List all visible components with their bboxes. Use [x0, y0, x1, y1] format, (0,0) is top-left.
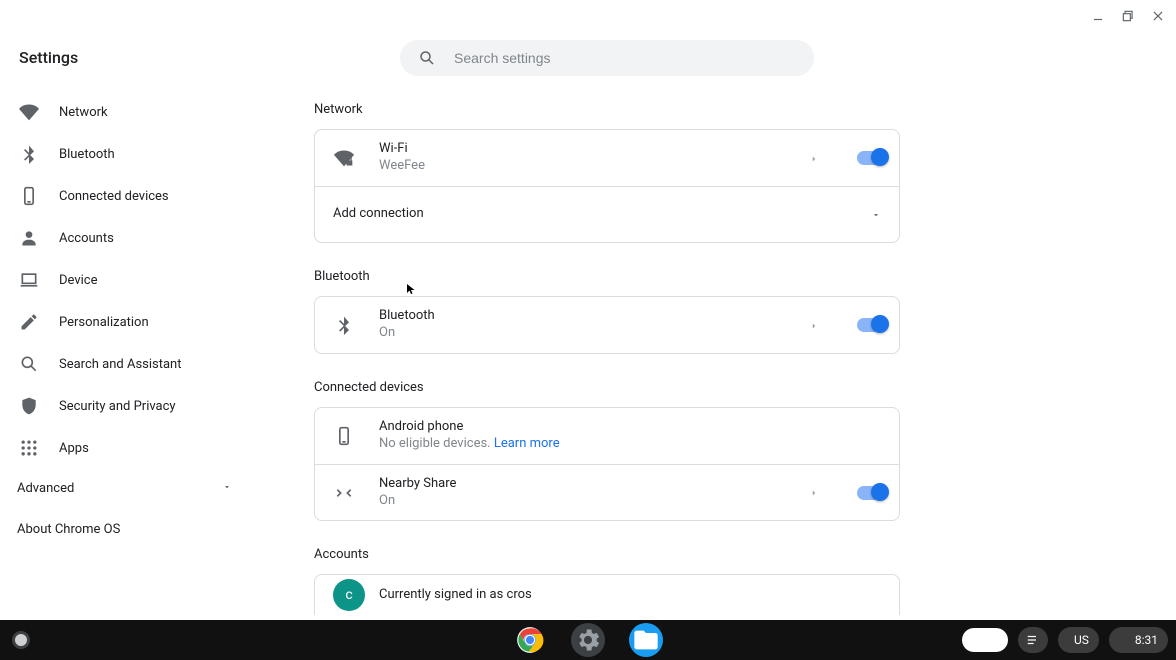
notifications-tray[interactable]	[1018, 627, 1048, 653]
wifi-label: Wi-Fi	[379, 141, 425, 158]
sidebar-item-label: Device	[59, 273, 98, 288]
sidebar-item-label: Security and Privacy	[59, 399, 176, 414]
shelf: US 8:31	[0, 620, 1176, 660]
chevron-down-icon	[222, 481, 232, 496]
ime-indicator[interactable]: US	[1058, 627, 1099, 653]
sidebar-item-device[interactable]: Device	[0, 259, 260, 301]
sidebar-item-network[interactable]: Network	[0, 91, 260, 133]
learn-more-link[interactable]: Learn more	[494, 436, 560, 451]
add-connection-row[interactable]: Add connection	[315, 186, 899, 242]
bluetooth-label: Bluetooth	[379, 308, 435, 325]
nearby-share-toggle[interactable]	[857, 486, 887, 500]
laptop-icon	[19, 270, 39, 290]
about-label: About Chrome OS	[17, 522, 120, 537]
wifi-row[interactable]: Wi-Fi WeeFee	[315, 130, 899, 186]
android-phone-status: No eligible devices. Learn more	[379, 436, 560, 453]
bluetooth-status: On	[379, 325, 435, 342]
phone-icon	[333, 426, 355, 446]
page-title: Settings	[0, 48, 260, 91]
nearby-share-status: On	[379, 493, 456, 510]
sidebar-item-bluetooth[interactable]: Bluetooth	[0, 133, 260, 175]
chevron-right-icon	[809, 149, 819, 168]
shelf-capsule[interactable]	[962, 628, 1008, 652]
sidebar-advanced[interactable]: Advanced	[0, 469, 260, 496]
chevron-right-icon	[809, 316, 819, 335]
sidebar-item-connected-devices[interactable]: Connected devices	[0, 175, 260, 217]
network-card: Wi-Fi WeeFee Add connection	[314, 129, 900, 243]
sidebar-item-label: Apps	[59, 441, 89, 456]
clock: 8:31	[1135, 633, 1158, 647]
sidebar-item-label: Connected devices	[59, 189, 169, 204]
restore-button[interactable]	[1120, 8, 1136, 24]
close-button[interactable]	[1150, 8, 1166, 24]
chrome-app-icon[interactable]	[513, 623, 547, 657]
section-title-bluetooth: Bluetooth	[314, 269, 900, 284]
sidebar-item-accounts[interactable]: Accounts	[0, 217, 260, 259]
sidebar-item-label: Search and Assistant	[59, 357, 182, 372]
sidebar-item-personalization[interactable]: Personalization	[0, 301, 260, 343]
bluetooth-row[interactable]: Bluetooth On	[315, 297, 899, 353]
bluetooth-icon	[333, 315, 355, 335]
sidebar-item-search-assistant[interactable]: Search and Assistant	[0, 343, 260, 385]
sidebar-item-label: Personalization	[59, 315, 149, 330]
sidebar-item-security[interactable]: Security and Privacy	[0, 385, 260, 427]
bluetooth-icon	[19, 144, 39, 164]
section-title-connected: Connected devices	[314, 380, 900, 395]
bluetooth-card: Bluetooth On	[314, 296, 900, 354]
nearby-share-label: Nearby Share	[379, 476, 456, 493]
launcher-button[interactable]	[12, 631, 30, 649]
sidebar-item-label: Bluetooth	[59, 147, 115, 162]
section-title-accounts: Accounts	[314, 547, 900, 562]
chevron-down-icon	[871, 205, 881, 224]
chevron-right-icon	[809, 483, 819, 502]
ime-label: US	[1074, 633, 1089, 647]
section-title-network: Network	[314, 102, 900, 117]
apps-grid-icon	[19, 438, 39, 458]
search-icon	[19, 354, 39, 374]
android-phone-label: Android phone	[379, 419, 560, 436]
wifi-lock-icon	[333, 148, 355, 168]
connected-devices-card: Android phone No eligible devices. Learn…	[314, 407, 900, 521]
person-icon	[19, 228, 39, 248]
sidebar-item-label: Network	[59, 105, 108, 120]
wifi-icon	[19, 102, 39, 122]
sidebar: Settings Network Bluetooth Connected dev…	[0, 0, 260, 620]
nearby-share-row[interactable]: Nearby Share On	[315, 464, 899, 520]
current-account-label: Currently signed in as cros	[379, 587, 532, 604]
wifi-toggle[interactable]	[857, 151, 887, 165]
sidebar-about[interactable]: About Chrome OS	[0, 496, 260, 537]
add-connection-label: Add connection	[333, 206, 424, 223]
main-content: Network Wi-Fi WeeFee Add connection Blue…	[314, 40, 900, 615]
nearby-share-icon	[333, 483, 355, 503]
current-account-row[interactable]: c Currently signed in as cros	[315, 575, 899, 615]
settings-app-icon[interactable]	[571, 623, 605, 657]
accounts-card: c Currently signed in as cros	[314, 574, 900, 615]
status-tray[interactable]: 8:31	[1109, 627, 1168, 653]
pencil-icon	[19, 312, 39, 332]
minimize-button[interactable]	[1090, 8, 1106, 24]
advanced-label: Advanced	[17, 481, 74, 496]
avatar: c	[333, 579, 365, 611]
phone-icon	[19, 186, 39, 206]
shield-icon	[19, 396, 39, 416]
bluetooth-toggle[interactable]	[857, 318, 887, 332]
sidebar-item-label: Accounts	[59, 231, 114, 246]
sidebar-item-apps[interactable]: Apps	[0, 427, 260, 469]
files-app-icon[interactable]	[629, 623, 663, 657]
android-phone-row[interactable]: Android phone No eligible devices. Learn…	[315, 408, 899, 464]
wifi-network-name: WeeFee	[379, 158, 425, 175]
